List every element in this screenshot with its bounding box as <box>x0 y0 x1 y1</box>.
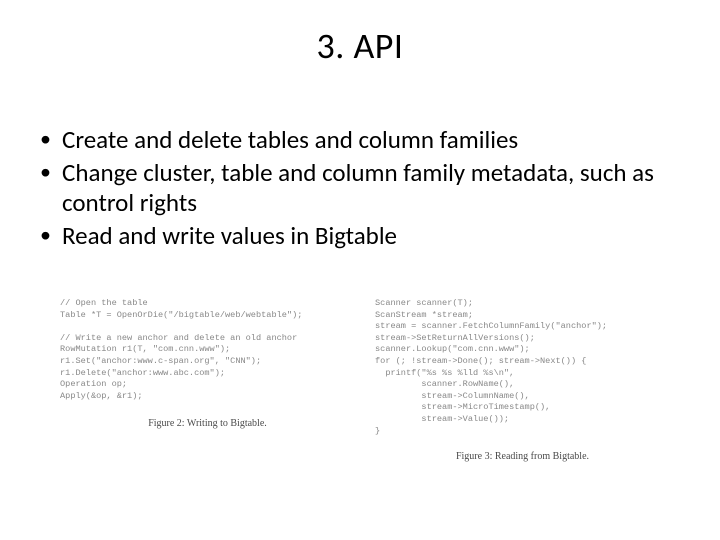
code-block-writing: // Open the table Table *T = OpenOrDie("… <box>60 298 355 402</box>
slide-title: 3. API <box>0 24 720 68</box>
figure-writing: // Open the table Table *T = OpenOrDie("… <box>60 298 355 462</box>
code-figures: // Open the table Table *T = OpenOrDie("… <box>60 298 670 462</box>
slide: 3. API Create and delete tables and colu… <box>0 0 720 540</box>
code-block-reading: Scanner scanner(T); ScanStream *stream; … <box>375 298 670 437</box>
figure-caption: Figure 2: Writing to Bigtable. <box>60 418 355 429</box>
bullet-item: Change cluster, table and column family … <box>36 158 686 219</box>
bullet-list: Create and delete tables and column fami… <box>36 125 686 253</box>
bullet-item: Create and delete tables and column fami… <box>36 125 686 156</box>
figure-reading: Scanner scanner(T); ScanStream *stream; … <box>375 298 670 462</box>
bullet-item: Read and write values in Bigtable <box>36 221 686 252</box>
figure-caption: Figure 3: Reading from Bigtable. <box>375 451 670 462</box>
